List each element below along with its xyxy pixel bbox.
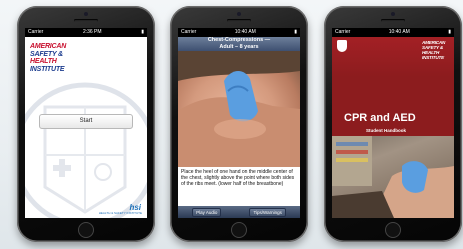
nav-title: Chest-Compressions — xyxy=(207,37,271,43)
carrier-label: Carrier xyxy=(28,29,44,35)
battery-icon: ▮ xyxy=(448,29,451,35)
chest-compression-photo xyxy=(178,51,300,167)
hand-illustration xyxy=(178,51,300,167)
earpiece-speaker xyxy=(381,19,405,22)
front-camera xyxy=(84,12,88,16)
carrier-label: Carrier xyxy=(335,29,351,35)
tips-warnings-button[interactable]: Tips/Warnings xyxy=(249,207,286,217)
phone-3: Carrier 10:40 AM ▮ AMERICAN SAFETY & HEA… xyxy=(324,6,462,242)
cover-title: CPR and AED xyxy=(344,112,416,124)
asi-logo: AMERICAN SAFETY & HEALTH INSTITUTE xyxy=(422,40,450,60)
earpiece-speaker xyxy=(74,19,98,22)
logo-line: AMERICAN xyxy=(30,43,67,50)
front-camera xyxy=(237,12,241,16)
hsi-tagline: HEALTH & SAFETY INSTITUTE xyxy=(98,211,142,215)
phone-3-screen: Carrier 10:40 AM ▮ AMERICAN SAFETY & HEA… xyxy=(332,28,454,218)
bottom-toolbar: Play Audio Tips/Warnings xyxy=(178,206,300,218)
battery-icon: ▮ xyxy=(294,29,297,35)
start-button[interactable]: Start xyxy=(39,114,133,129)
carrier-label: Carrier xyxy=(181,29,197,35)
status-bar: Carrier 10:40 AM ▮ xyxy=(178,28,300,37)
nav-subtitle: Adult – 8 years xyxy=(219,44,259,50)
phone-2-screen: Carrier 10:40 AM ▮ Chest-Compressions — … xyxy=(178,28,300,218)
clock: 10:40 AM xyxy=(234,29,256,35)
logo-line: INSTITUTE xyxy=(422,55,444,60)
logo-line: INSTITUTE xyxy=(30,65,65,73)
shield-icon xyxy=(337,40,347,52)
status-bar: Carrier 2:36 PM ▮ xyxy=(25,28,147,37)
asi-logo: AMERICAN SAFETY & HEALTH INSTITUTE xyxy=(30,43,82,81)
front-camera xyxy=(391,12,395,16)
home-button[interactable] xyxy=(78,222,94,238)
phone-1-screen: Carrier 2:36 PM ▮ AMERICAN SAFETY & HEAL… xyxy=(25,28,147,218)
clock: 2:36 PM xyxy=(82,29,102,35)
instruction-text: Place the heel of one hand on the middle… xyxy=(181,169,295,188)
phone-1: Carrier 2:36 PM ▮ AMERICAN SAFETY & HEAL… xyxy=(17,6,155,242)
logo-line: SAFETY & xyxy=(30,50,63,58)
clock: 10:40 AM xyxy=(388,29,410,35)
battery-icon: ▮ xyxy=(141,29,144,35)
cpr-scene-photo xyxy=(332,136,454,218)
home-button[interactable] xyxy=(231,222,247,238)
nav-bar: Chest-Compressions — Adult – 8 years xyxy=(178,37,300,51)
cpr-illustration xyxy=(332,136,454,218)
earpiece-speaker xyxy=(227,19,251,22)
logo-line: HEALTH xyxy=(30,58,57,65)
home-button[interactable] xyxy=(385,222,401,238)
cover-subtitle: Student Handbook xyxy=(366,128,406,133)
phone-2: Carrier 10:40 AM ▮ Chest-Compressions — … xyxy=(170,6,308,242)
status-bar: Carrier 10:40 AM ▮ xyxy=(332,28,454,37)
play-audio-button[interactable]: Play Audio xyxy=(192,207,222,217)
